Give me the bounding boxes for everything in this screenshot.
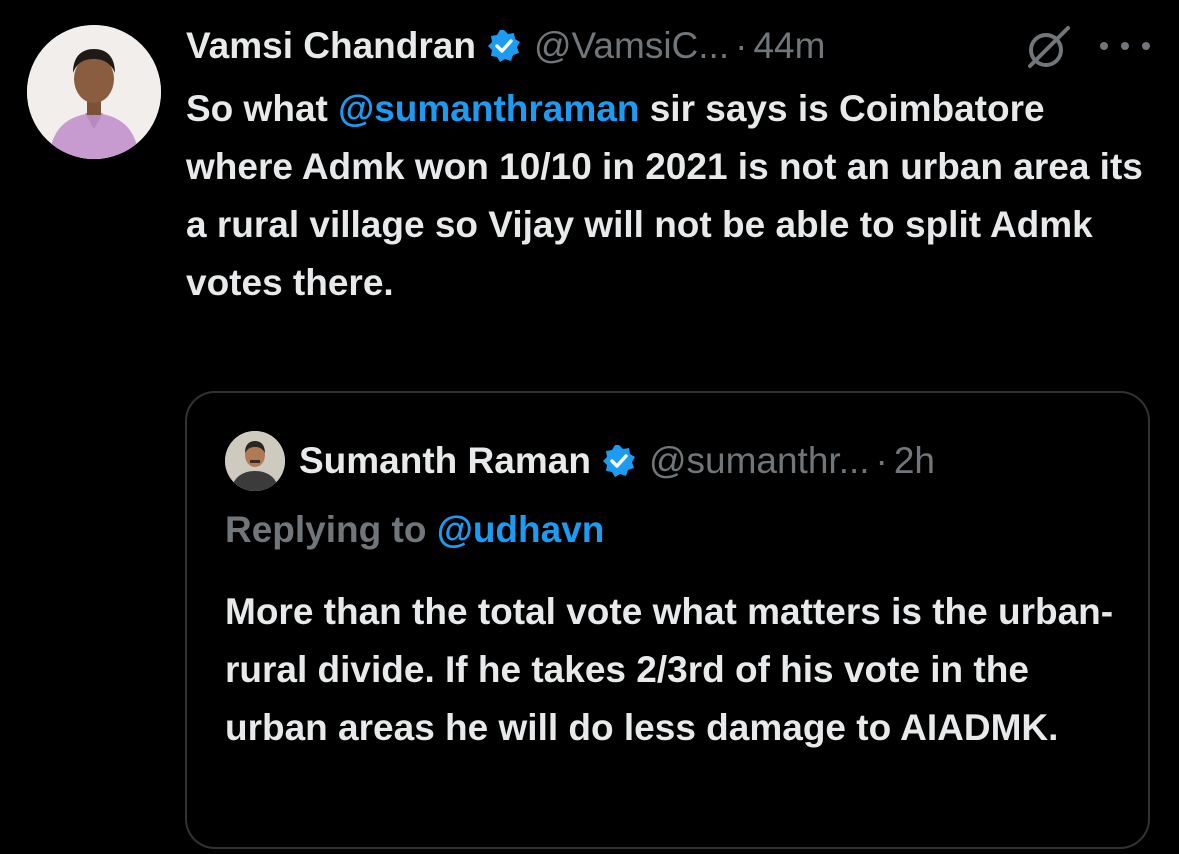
quoted-author-avatar[interactable]	[225, 431, 285, 491]
replying-to-label: Replying to	[225, 509, 437, 550]
tweet[interactable]: Vamsi Chandran @VamsiC... · 44m So what …	[0, 0, 1179, 854]
tweet-timestamp[interactable]: 44m	[753, 25, 825, 67]
more-dot	[1142, 42, 1150, 50]
quoted-tweet-header: Sumanth Raman @sumanthr... · 2h	[299, 433, 935, 489]
mention-link[interactable]: @sumanthraman	[338, 88, 639, 129]
replying-to-mention[interactable]: @udhavn	[437, 509, 605, 550]
more-dot	[1121, 42, 1129, 50]
separator-dot: ·	[735, 25, 748, 66]
separator-dot: ·	[875, 440, 888, 481]
author-avatar[interactable]	[27, 25, 161, 159]
quoted-tweet-timestamp[interactable]: 2h	[894, 440, 935, 482]
tweet-text: So what @sumanthraman sir says is Coimba…	[186, 80, 1146, 312]
quoted-tweet-text: More than the total vote what matters is…	[225, 591, 1114, 748]
more-dot	[1100, 42, 1108, 50]
quoted-author-display-name[interactable]: Sumanth Raman	[299, 440, 591, 482]
verified-badge-icon	[486, 28, 522, 64]
replying-to-line: Replying to @udhavn	[225, 509, 604, 551]
tweet-text-before: So what	[186, 88, 339, 129]
tweet-header: Vamsi Chandran @VamsiC... · 44m	[186, 20, 825, 72]
grok-icon[interactable]	[1022, 22, 1074, 74]
more-options-icon[interactable]	[1100, 36, 1150, 56]
author-display-name[interactable]: Vamsi Chandran	[186, 25, 476, 67]
quoted-author-handle[interactable]: @sumanthr...	[649, 440, 870, 482]
author-handle[interactable]: @VamsiC...	[534, 25, 729, 67]
verified-badge-icon	[601, 443, 637, 479]
quoted-tweet[interactable]: Sumanth Raman @sumanthr... · 2h Replying…	[185, 391, 1150, 849]
